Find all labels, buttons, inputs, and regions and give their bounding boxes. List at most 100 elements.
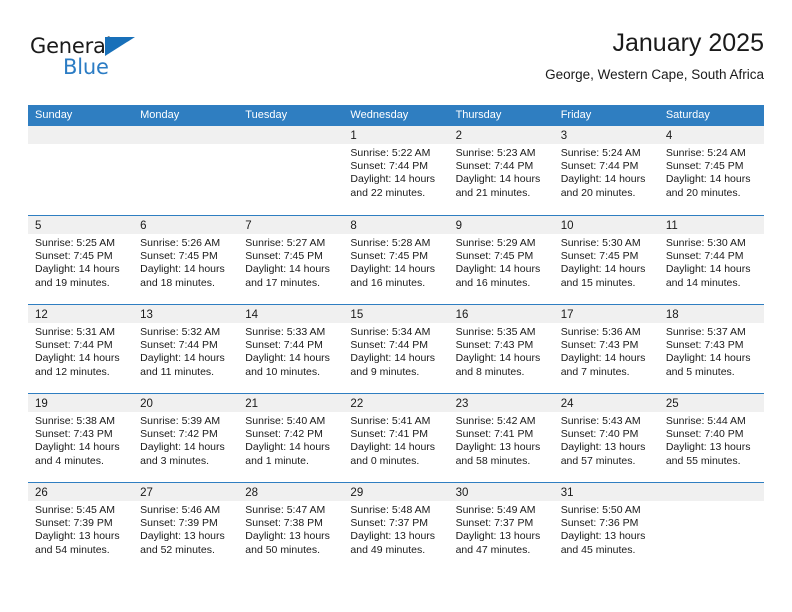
day-sun-info: Sunrise: 5:46 AM Sunset: 7:39 PM Daylight:…: [133, 501, 238, 557]
day-cell[interactable]: 12 Sunrise: 5:31 AM Sunset: 7:44 PM Dayligh…: [28, 305, 134, 393]
day-daylight-1-text: Daylight: 14 hours: [455, 263, 541, 276]
day-sunrise-text: Sunrise: 5:26 AM: [140, 237, 221, 249]
day-sun-info: Sunrise: 5:49 AM Sunset: 7:37 PM Daylight:…: [449, 501, 554, 557]
day-cell[interactable]: 15 Sunrise: 5:34 AM Sunset: 7:44 PM Dayligh…: [343, 305, 449, 393]
day-daylight-2-text: and 50 minutes.: [245, 543, 320, 556]
day-number-band: 3: [553, 126, 659, 144]
day-number: 12: [35, 309, 48, 321]
day-sunset-text: Sunset: 7:43 PM: [35, 428, 113, 441]
day-cell[interactable]: 14 Sunrise: 5:33 AM Sunset: 7:44 PM Dayligh…: [238, 305, 344, 393]
day-sun-info: Sunrise: 5:22 AM Sunset: 7:44 PM Daylight:…: [343, 144, 448, 200]
day-sunrise-text: Sunrise: 5:32 AM: [140, 326, 221, 338]
general-blue-logo: General Blue: [30, 34, 170, 86]
day-sunset-text: Sunset: 7:45 PM: [140, 250, 218, 263]
day-cell[interactable]: 23 Sunrise: 5:42 AM Sunset: 7:41 PM Dayligh…: [448, 394, 554, 482]
day-sun-info: Sunrise: 5:50 AM Sunset: 7:36 PM Daylight:…: [554, 501, 659, 557]
day-cell[interactable]: 22 Sunrise: 5:41 AM Sunset: 7:41 PM Dayligh…: [343, 394, 449, 482]
day-number: 13: [140, 309, 153, 321]
day-number-band: 25: [658, 394, 764, 412]
day-daylight-2-text: and 16 minutes.: [350, 276, 426, 289]
day-number-band: 13: [133, 305, 239, 323]
day-cell[interactable]: 13 Sunrise: 5:32 AM Sunset: 7:44 PM Dayligh…: [133, 305, 239, 393]
day-daylight-1-text: Daylight: 14 hours: [455, 352, 541, 365]
day-cell[interactable]: 28 Sunrise: 5:47 AM Sunset: 7:38 PM Dayligh…: [238, 483, 344, 571]
day-cell[interactable]: 20 Sunrise: 5:39 AM Sunset: 7:42 PM Dayligh…: [133, 394, 239, 482]
day-sunrise-text: Sunrise: 5:24 AM: [560, 147, 641, 159]
day-daylight-1-text: Daylight: 13 hours: [455, 441, 541, 454]
day-cell[interactable]: 11 Sunrise: 5:30 AM Sunset: 7:44 PM Dayligh…: [658, 216, 764, 304]
day-daylight-2-text: and 55 minutes.: [665, 454, 741, 467]
week-row: 19 Sunrise: 5:38 AM Sunset: 7:43 PM Dayligh…: [28, 393, 764, 482]
day-sunrise-text: Sunrise: 5:31 AM: [35, 326, 115, 338]
day-sunset-text: Sunset: 7:44 PM: [140, 339, 218, 352]
day-cell[interactable]: 29 Sunrise: 5:48 AM Sunset: 7:37 PM Dayligh…: [343, 483, 449, 571]
day-cell[interactable]: 9 Sunrise: 5:29 AM Sunset: 7:45 PM Daylight…: [448, 216, 554, 304]
day-daylight-2-text: and 21 minutes.: [455, 186, 531, 199]
day-cell[interactable]: 21 Sunrise: 5:40 AM Sunset: 7:42 PM Dayligh…: [238, 394, 344, 482]
day-sunset-text: Sunset: 7:44 PM: [665, 250, 744, 263]
day-daylight-1-text: Daylight: 13 hours: [665, 441, 751, 454]
day-cell[interactable]: 3 Sunrise: 5:24 AM Sunset: 7:44 PM Daylight…: [553, 126, 659, 215]
day-cell[interactable]: 10 Sunrise: 5:30 AM Sunset: 7:45 PM Dayligh…: [553, 216, 659, 304]
day-cell[interactable]: 30 Sunrise: 5:49 AM Sunset: 7:37 PM Dayligh…: [448, 483, 554, 571]
day-daylight-1-text: Daylight: 13 hours: [560, 530, 646, 543]
day-cell[interactable]: 7 Sunrise: 5:27 AM Sunset: 7:45 PM Daylight…: [238, 216, 344, 304]
day-cell[interactable]: 26 Sunrise: 5:45 AM Sunset: 7:39 PM Dayligh…: [28, 483, 134, 571]
day-daylight-2-text: and 58 minutes.: [455, 454, 531, 467]
day-number-band: 2: [448, 126, 554, 144]
day-sunrise-text: Sunrise: 5:37 AM: [665, 326, 746, 338]
day-sunset-text: Sunset: 7:39 PM: [35, 517, 113, 530]
day-number: 3: [560, 130, 568, 142]
day-sunset-text: Sunset: 7:38 PM: [245, 517, 323, 530]
day-cell[interactable]: 2 Sunrise: 5:23 AM Sunset: 7:44 PM Daylight…: [448, 126, 554, 215]
day-number-band: 26: [28, 483, 134, 501]
day-cell[interactable]: 6 Sunrise: 5:26 AM Sunset: 7:45 PM Daylight…: [133, 216, 239, 304]
day-number-band: [238, 126, 344, 144]
day-sun-info: Sunrise: 5:45 AM Sunset: 7:39 PM Daylight:…: [28, 501, 133, 557]
day-sunrise-text: Sunrise: 5:23 AM: [455, 147, 536, 159]
weekday-header-sunday: Sunday: [35, 109, 73, 121]
day-number: 9: [455, 220, 462, 232]
day-cell[interactable]: 8 Sunrise: 5:28 AM Sunset: 7:45 PM Daylight…: [343, 216, 449, 304]
day-number: 25: [665, 398, 679, 410]
day-daylight-1-text: Daylight: 13 hours: [140, 530, 225, 543]
day-sun-info: Sunrise: 5:48 AM Sunset: 7:37 PM Daylight:…: [343, 501, 448, 557]
day-number: 1: [350, 130, 357, 142]
day-sunrise-text: Sunrise: 5:50 AM: [560, 504, 641, 516]
day-sun-info: Sunrise: 5:25 AM Sunset: 7:45 PM Daylight:…: [28, 234, 133, 290]
day-sunrise-text: Sunrise: 5:41 AM: [350, 415, 431, 427]
day-sun-info: Sunrise: 5:32 AM Sunset: 7:44 PM Daylight:…: [133, 323, 238, 379]
day-cell[interactable]: 1 Sunrise: 5:22 AM Sunset: 7:44 PM Daylight…: [343, 126, 449, 215]
day-daylight-1-text: Daylight: 14 hours: [665, 352, 751, 365]
day-daylight-1-text: Daylight: 13 hours: [560, 441, 646, 454]
day-sunset-text: Sunset: 7:44 PM: [560, 160, 639, 173]
day-sunset-text: Sunset: 7:45 PM: [350, 250, 429, 263]
day-number-band: 24: [553, 394, 659, 412]
weekday-header-friday: Friday: [560, 109, 592, 121]
day-cell[interactable]: 31 Sunrise: 5:50 AM Sunset: 7:36 PM Dayligh…: [553, 483, 659, 571]
day-sunset-text: Sunset: 7:41 PM: [455, 428, 534, 441]
day-number: 23: [455, 398, 469, 410]
day-cell[interactable]: 17 Sunrise: 5:36 AM Sunset: 7:43 PM Dayligh…: [553, 305, 659, 393]
logo-word-blue: Blue: [63, 55, 109, 79]
day-cell[interactable]: 19 Sunrise: 5:38 AM Sunset: 7:43 PM Dayligh…: [28, 394, 134, 482]
day-daylight-1-text: Daylight: 14 hours: [35, 441, 120, 454]
day-daylight-1-text: Daylight: 14 hours: [140, 352, 225, 365]
day-number: 6: [140, 220, 147, 232]
day-cell[interactable]: 18 Sunrise: 5:37 AM Sunset: 7:43 PM Dayligh…: [658, 305, 764, 393]
day-cell[interactable]: 24 Sunrise: 5:43 AM Sunset: 7:40 PM Dayligh…: [553, 394, 659, 482]
day-daylight-1-text: Daylight: 13 hours: [455, 530, 541, 543]
day-cell[interactable]: 25 Sunrise: 5:44 AM Sunset: 7:40 PM Dayligh…: [658, 394, 764, 482]
day-cell[interactable]: 16 Sunrise: 5:35 AM Sunset: 7:43 PM Dayligh…: [448, 305, 554, 393]
day-number-band: [658, 483, 764, 501]
day-daylight-2-text: and 14 minutes.: [665, 276, 741, 289]
day-cell[interactable]: 27 Sunrise: 5:46 AM Sunset: 7:39 PM Dayligh…: [133, 483, 239, 571]
day-sunset-text: Sunset: 7:45 PM: [560, 250, 639, 263]
page-header: General Blue January 2025 George, Wester…: [28, 28, 764, 100]
day-number-band: 4: [658, 126, 764, 144]
day-cell[interactable]: 4 Sunrise: 5:24 AM Sunset: 7:45 PM Daylight…: [658, 126, 764, 215]
day-number: 7: [245, 220, 252, 232]
day-number-band: [28, 126, 134, 144]
day-daylight-2-text: and 18 minutes.: [140, 276, 215, 289]
day-cell[interactable]: 5 Sunrise: 5:25 AM Sunset: 7:45 PM Daylight…: [28, 216, 134, 304]
